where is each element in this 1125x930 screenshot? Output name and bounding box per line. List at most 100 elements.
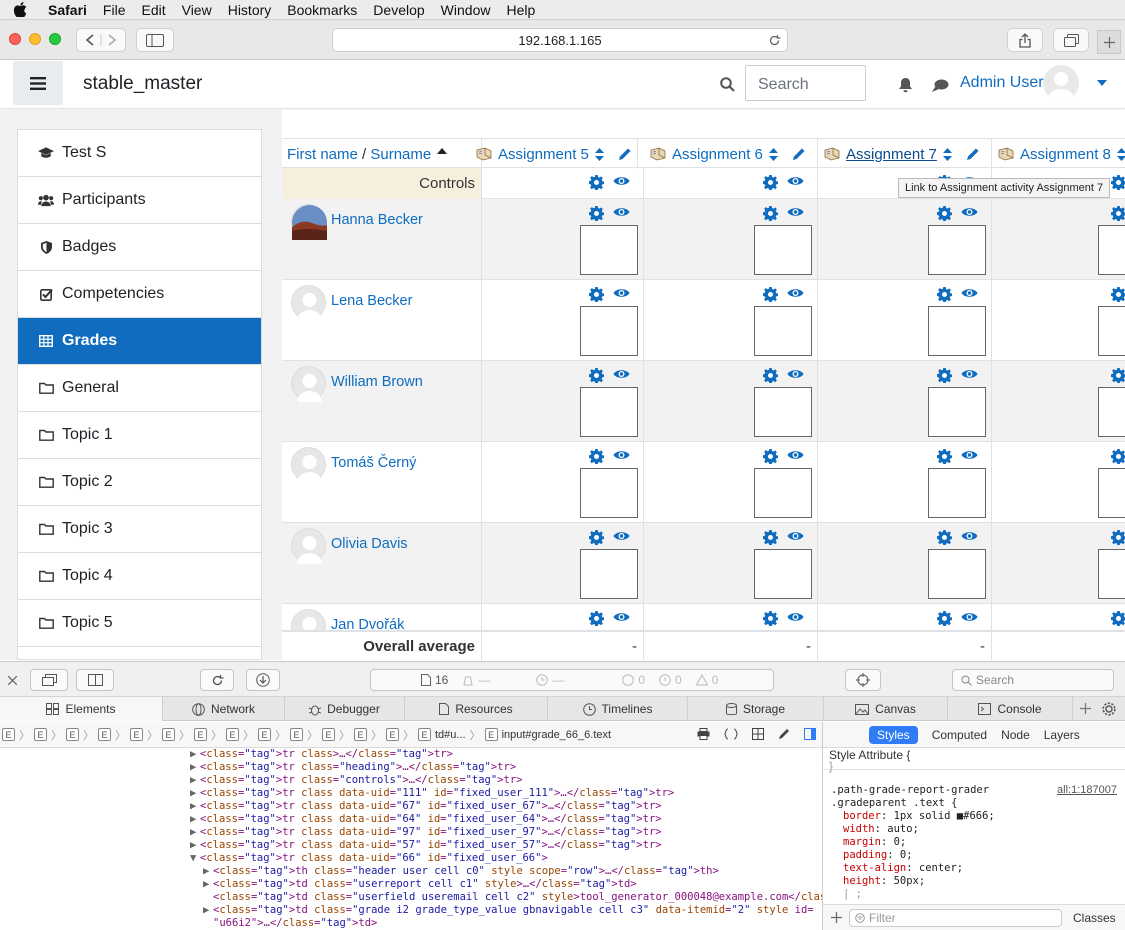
tabs-overview-button[interactable]: [1053, 28, 1089, 52]
css-property[interactable]: height: 50px;: [831, 875, 1117, 888]
grade-input[interactable]: [1098, 468, 1125, 518]
dom-node-line[interactable]: ▶ <class="tag">td class="grade i2 grade_t…: [0, 904, 822, 917]
grade-input[interactable]: [580, 468, 638, 518]
dom-node-line[interactable]: ▶ <class="tag">tr class="controls">…</cla…: [0, 774, 822, 787]
sidebar-item-badges[interactable]: Badges: [18, 224, 261, 271]
tab-storage[interactable]: Storage: [688, 697, 824, 721]
grade-input[interactable]: [754, 387, 812, 437]
reload-page-button[interactable]: [200, 669, 234, 691]
gear-icon[interactable]: [1111, 530, 1125, 545]
menu-file[interactable]: File: [95, 2, 134, 18]
inspector-search-input[interactable]: Search: [952, 669, 1114, 691]
grade-input[interactable]: [928, 306, 986, 356]
sidebar-item-grades[interactable]: Grades: [18, 318, 261, 365]
eye-icon[interactable]: [787, 206, 804, 218]
crumb-element-icon[interactable]: E: [226, 728, 239, 741]
gear-icon[interactable]: [937, 530, 952, 545]
dom-node-line[interactable]: ▶ <class="tag">th class="header user cell…: [0, 865, 822, 878]
eye-icon[interactable]: [961, 530, 978, 542]
gear-icon[interactable]: [1111, 368, 1125, 383]
tab-styles[interactable]: Styles: [869, 725, 918, 744]
dock-side-button[interactable]: [76, 669, 114, 691]
crumb-element-icon[interactable]: E: [290, 728, 303, 741]
gear-icon[interactable]: [937, 368, 952, 383]
tab-elements[interactable]: Elements: [0, 697, 163, 721]
crumb-element-icon[interactable]: E: [98, 728, 111, 741]
download-archive-button[interactable]: [246, 669, 280, 691]
dom-node-line[interactable]: ▶ <class="tag">tr class data-uid="57" id=…: [0, 839, 822, 852]
user-name-link[interactable]: William Brown: [331, 374, 423, 390]
gear-icon[interactable]: [589, 530, 604, 545]
gear-icon[interactable]: [589, 287, 604, 302]
add-tab-icon[interactable]: [1080, 703, 1091, 714]
crumb-input-selected[interactable]: input#grade_66_6.text: [502, 729, 611, 741]
search-icon[interactable]: [720, 77, 735, 92]
crumb-element-icon[interactable]: E: [418, 728, 431, 741]
grade-input[interactable]: [1098, 549, 1125, 599]
gear-icon[interactable]: [1111, 206, 1125, 221]
user-menu-name[interactable]: Admin User: [960, 74, 1044, 92]
dom-node-line[interactable]: ▶ <class="tag">tr class data-uid="67" id=…: [0, 800, 822, 813]
css-new-property[interactable]: | ;: [831, 888, 1117, 901]
user-avatar[interactable]: [291, 609, 326, 630]
gear-icon[interactable]: [763, 449, 778, 464]
crumb-element-icon[interactable]: E: [2, 728, 15, 741]
eye-icon[interactable]: [613, 530, 630, 542]
grade-input[interactable]: [1098, 225, 1125, 275]
dom-node-line[interactable]: ▶ <class="tag">td class="userreport cell …: [0, 878, 822, 891]
grade-input[interactable]: [928, 468, 986, 518]
crumb-element-icon[interactable]: E: [130, 728, 143, 741]
grade-input[interactable]: [754, 468, 812, 518]
grade-input[interactable]: [1098, 387, 1125, 437]
grade-input[interactable]: [928, 549, 986, 599]
grade-input[interactable]: [754, 549, 812, 599]
assignment-link[interactable]: Assignment 7: [846, 146, 937, 163]
menu-safari[interactable]: Safari: [40, 2, 95, 18]
grade-input[interactable]: [928, 225, 986, 275]
menu-help[interactable]: Help: [498, 2, 543, 18]
menu-edit[interactable]: Edit: [133, 2, 173, 18]
sidebar-item-topic-1[interactable]: Topic 1: [18, 412, 261, 459]
inspect-element-button[interactable]: [845, 669, 881, 691]
user-name-link[interactable]: Tomáš Černý: [331, 455, 416, 471]
apple-menu-icon[interactable]: [0, 2, 40, 17]
css-property[interactable]: margin: 0;: [831, 836, 1117, 849]
reload-icon[interactable]: [768, 34, 781, 47]
grade-input[interactable]: [1098, 306, 1125, 356]
close-inspector-icon[interactable]: [8, 676, 17, 685]
crumb-element-icon[interactable]: E: [322, 728, 335, 741]
eye-icon[interactable]: [613, 175, 630, 187]
tab-layers[interactable]: Layers: [1044, 728, 1080, 742]
eye-icon[interactable]: [961, 368, 978, 380]
gear-icon[interactable]: [763, 368, 778, 383]
gear-icon[interactable]: [937, 206, 952, 221]
sort-both-icon[interactable]: [942, 147, 952, 161]
gear-icon[interactable]: [589, 611, 604, 626]
user-name-link[interactable]: Jan Dvořák: [331, 617, 404, 630]
sidebar-toggle-icon[interactable]: [804, 728, 816, 740]
eye-icon[interactable]: [961, 206, 978, 218]
drawer-toggle-button[interactable]: [13, 61, 63, 105]
user-name-link[interactable]: Lena Becker: [331, 293, 412, 309]
eye-icon[interactable]: [787, 368, 804, 380]
sort-surname-link[interactable]: Surname: [370, 146, 431, 163]
edit-pencil-icon[interactable]: [618, 147, 632, 161]
user-avatar[interactable]: [291, 204, 327, 240]
gear-icon[interactable]: [763, 611, 778, 626]
search-input[interactable]: Search: [745, 65, 866, 101]
tab-debugger[interactable]: Debugger: [285, 697, 405, 721]
eye-icon[interactable]: [613, 611, 630, 623]
caret-down-icon[interactable]: [1097, 80, 1107, 86]
share-button[interactable]: [1007, 28, 1043, 52]
edit-pencil-icon[interactable]: [792, 147, 806, 161]
styles-filter-input[interactable]: Filter: [849, 909, 1062, 927]
minimize-window-button[interactable]: [29, 33, 41, 45]
eye-icon[interactable]: [961, 287, 978, 299]
sidebar-item-topic-3[interactable]: Topic 3: [18, 506, 261, 553]
css-property[interactable]: border: 1px solid ■#666;: [831, 810, 1117, 823]
print-icon[interactable]: [697, 728, 710, 740]
assignment-link[interactable]: Assignment 6: [672, 146, 763, 163]
crumb-element-icon[interactable]: E: [354, 728, 367, 741]
plus-icon[interactable]: [831, 912, 842, 923]
user-avatar[interactable]: [291, 366, 326, 402]
